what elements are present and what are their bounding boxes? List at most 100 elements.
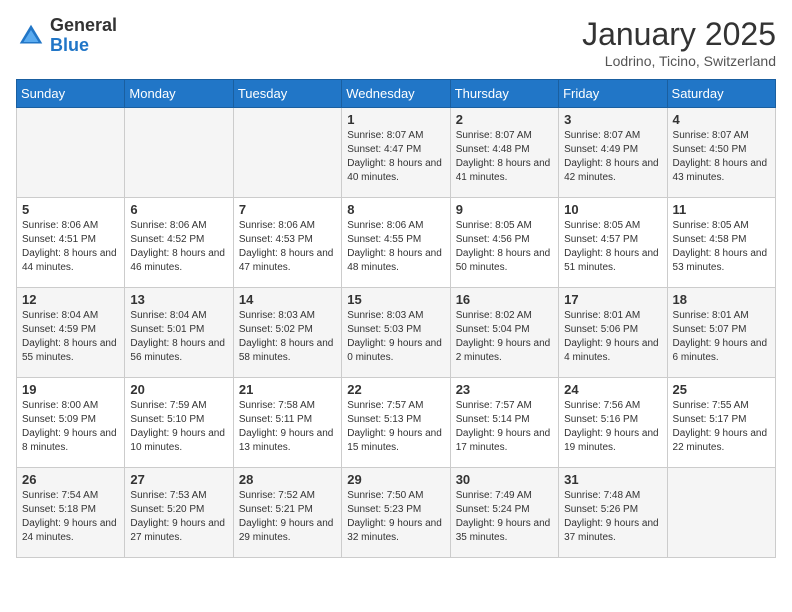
day-number: 14 bbox=[239, 292, 336, 307]
day-info: Sunrise: 8:07 AM Sunset: 4:47 PM Dayligh… bbox=[347, 129, 444, 185]
day-cell: 6Sunrise: 8:06 AM Sunset: 4:52 PM Daylig… bbox=[125, 198, 233, 288]
day-info: Sunrise: 8:07 AM Sunset: 4:48 PM Dayligh… bbox=[456, 129, 553, 185]
day-info: Sunrise: 7:59 AM Sunset: 5:10 PM Dayligh… bbox=[130, 399, 227, 455]
day-info: Sunrise: 7:50 AM Sunset: 5:23 PM Dayligh… bbox=[347, 489, 444, 545]
day-info: Sunrise: 8:04 AM Sunset: 4:59 PM Dayligh… bbox=[22, 309, 119, 365]
logo-icon bbox=[16, 21, 46, 51]
day-number: 25 bbox=[673, 382, 770, 397]
day-number: 19 bbox=[22, 382, 119, 397]
day-header-thursday: Thursday bbox=[450, 80, 558, 108]
day-info: Sunrise: 7:52 AM Sunset: 5:21 PM Dayligh… bbox=[239, 489, 336, 545]
day-number: 13 bbox=[130, 292, 227, 307]
calendar-title: January 2025 bbox=[582, 16, 776, 53]
day-cell: 14Sunrise: 8:03 AM Sunset: 5:02 PM Dayli… bbox=[233, 288, 341, 378]
page-header: General Blue January 2025 Lodrino, Ticin… bbox=[16, 16, 776, 69]
day-cell: 29 Sunrise: 7:50 AM Sunset: 5:23 PM Dayli… bbox=[342, 468, 450, 558]
day-number: 28 bbox=[239, 472, 336, 487]
day-cell bbox=[233, 108, 341, 198]
day-header-saturday: Saturday bbox=[667, 80, 775, 108]
day-cell bbox=[17, 108, 125, 198]
day-number: 4 bbox=[673, 112, 770, 127]
day-cell: 7 Sunrise: 8:06 AM Sunset: 4:53 PM Daylig… bbox=[233, 198, 341, 288]
day-number: 5 bbox=[22, 202, 119, 217]
day-cell: 31Sunrise: 7:48 AM Sunset: 5:26 PM Dayli… bbox=[559, 468, 667, 558]
day-cell: 1 Sunrise: 8:07 AM Sunset: 4:47 PM Daylig… bbox=[342, 108, 450, 198]
day-info: Sunrise: 8:02 AM Sunset: 5:04 PM Dayligh… bbox=[456, 309, 553, 365]
day-info: Sunrise: 7:58 AM Sunset: 5:11 PM Dayligh… bbox=[239, 399, 336, 455]
day-number: 9 bbox=[456, 202, 553, 217]
days-header-row: SundayMondayTuesdayWednesdayThursdayFrid… bbox=[17, 80, 776, 108]
day-cell: 3 Sunrise: 8:07 AM Sunset: 4:49 PM Daylig… bbox=[559, 108, 667, 198]
calendar-subtitle: Lodrino, Ticino, Switzerland bbox=[582, 53, 776, 69]
week-row-4: 19 Sunrise: 8:00 AM Sunset: 5:09 PM Dayli… bbox=[17, 378, 776, 468]
week-row-2: 5 Sunrise: 8:06 AM Sunset: 4:51 PM Daylig… bbox=[17, 198, 776, 288]
day-info: Sunrise: 8:05 AM Sunset: 4:56 PM Dayligh… bbox=[456, 219, 553, 275]
day-info: Sunrise: 8:00 AM Sunset: 5:09 PM Dayligh… bbox=[22, 399, 119, 455]
day-number: 1 bbox=[347, 112, 444, 127]
day-cell: 8Sunrise: 8:06 AM Sunset: 4:55 PM Daylig… bbox=[342, 198, 450, 288]
day-header-wednesday: Wednesday bbox=[342, 80, 450, 108]
logo-blue: Blue bbox=[50, 36, 117, 56]
day-cell: 16 Sunrise: 8:02 AM Sunset: 5:04 PM Dayli… bbox=[450, 288, 558, 378]
calendar-table: SundayMondayTuesdayWednesdayThursdayFrid… bbox=[16, 79, 776, 558]
day-cell bbox=[667, 468, 775, 558]
day-number: 16 bbox=[456, 292, 553, 307]
day-info: Sunrise: 8:06 AM Sunset: 4:51 PM Dayligh… bbox=[22, 219, 119, 275]
title-block: January 2025 Lodrino, Ticino, Switzerlan… bbox=[582, 16, 776, 69]
day-info: Sunrise: 8:06 AM Sunset: 4:53 PM Dayligh… bbox=[239, 219, 336, 275]
day-number: 3 bbox=[564, 112, 661, 127]
day-number: 18 bbox=[673, 292, 770, 307]
day-header-tuesday: Tuesday bbox=[233, 80, 341, 108]
day-number: 6 bbox=[130, 202, 227, 217]
day-number: 7 bbox=[239, 202, 336, 217]
day-cell: 28 Sunrise: 7:52 AM Sunset: 5:21 PM Dayli… bbox=[233, 468, 341, 558]
day-info: Sunrise: 7:53 AM Sunset: 5:20 PM Dayligh… bbox=[130, 489, 227, 545]
day-cell: 9 Sunrise: 8:05 AM Sunset: 4:56 PM Daylig… bbox=[450, 198, 558, 288]
day-number: 23 bbox=[456, 382, 553, 397]
day-info: Sunrise: 8:01 AM Sunset: 5:07 PM Dayligh… bbox=[673, 309, 770, 365]
day-info: Sunrise: 7:55 AM Sunset: 5:17 PM Dayligh… bbox=[673, 399, 770, 455]
day-header-friday: Friday bbox=[559, 80, 667, 108]
day-info: Sunrise: 8:07 AM Sunset: 4:49 PM Dayligh… bbox=[564, 129, 661, 185]
day-number: 29 bbox=[347, 472, 444, 487]
day-info: Sunrise: 8:03 AM Sunset: 5:03 PM Dayligh… bbox=[347, 309, 444, 365]
day-cell: 11Sunrise: 8:05 AM Sunset: 4:58 PM Dayli… bbox=[667, 198, 775, 288]
day-number: 11 bbox=[673, 202, 770, 217]
day-number: 2 bbox=[456, 112, 553, 127]
day-info: Sunrise: 7:49 AM Sunset: 5:24 PM Dayligh… bbox=[456, 489, 553, 545]
day-cell: 18 Sunrise: 8:01 AM Sunset: 5:07 PM Dayli… bbox=[667, 288, 775, 378]
day-number: 26 bbox=[22, 472, 119, 487]
day-cell: 22 Sunrise: 7:57 AM Sunset: 5:13 PM Dayli… bbox=[342, 378, 450, 468]
day-cell: 21Sunrise: 7:58 AM Sunset: 5:11 PM Dayli… bbox=[233, 378, 341, 468]
day-header-sunday: Sunday bbox=[17, 80, 125, 108]
day-cell: 20Sunrise: 7:59 AM Sunset: 5:10 PM Dayli… bbox=[125, 378, 233, 468]
day-number: 22 bbox=[347, 382, 444, 397]
day-number: 12 bbox=[22, 292, 119, 307]
day-number: 24 bbox=[564, 382, 661, 397]
day-info: Sunrise: 7:48 AM Sunset: 5:26 PM Dayligh… bbox=[564, 489, 661, 545]
day-number: 17 bbox=[564, 292, 661, 307]
day-cell: 19 Sunrise: 8:00 AM Sunset: 5:09 PM Dayli… bbox=[17, 378, 125, 468]
day-cell: 12 Sunrise: 8:04 AM Sunset: 4:59 PM Dayli… bbox=[17, 288, 125, 378]
day-cell: 25 Sunrise: 7:55 AM Sunset: 5:17 PM Dayli… bbox=[667, 378, 775, 468]
day-cell: 15 Sunrise: 8:03 AM Sunset: 5:03 PM Dayli… bbox=[342, 288, 450, 378]
day-cell: 5 Sunrise: 8:06 AM Sunset: 4:51 PM Daylig… bbox=[17, 198, 125, 288]
week-row-5: 26Sunrise: 7:54 AM Sunset: 5:18 PM Dayli… bbox=[17, 468, 776, 558]
day-number: 8 bbox=[347, 202, 444, 217]
day-header-monday: Monday bbox=[125, 80, 233, 108]
week-row-1: 1 Sunrise: 8:07 AM Sunset: 4:47 PM Daylig… bbox=[17, 108, 776, 198]
day-cell: 30 Sunrise: 7:49 AM Sunset: 5:24 PM Dayli… bbox=[450, 468, 558, 558]
day-number: 27 bbox=[130, 472, 227, 487]
day-number: 15 bbox=[347, 292, 444, 307]
day-info: Sunrise: 7:57 AM Sunset: 5:14 PM Dayligh… bbox=[456, 399, 553, 455]
day-number: 10 bbox=[564, 202, 661, 217]
day-cell: 26Sunrise: 7:54 AM Sunset: 5:18 PM Dayli… bbox=[17, 468, 125, 558]
day-cell: 4 Sunrise: 8:07 AM Sunset: 4:50 PM Daylig… bbox=[667, 108, 775, 198]
day-info: Sunrise: 8:07 AM Sunset: 4:50 PM Dayligh… bbox=[673, 129, 770, 185]
day-info: Sunrise: 7:56 AM Sunset: 5:16 PM Dayligh… bbox=[564, 399, 661, 455]
day-cell: 27 Sunrise: 7:53 AM Sunset: 5:20 PM Dayli… bbox=[125, 468, 233, 558]
day-info: Sunrise: 7:57 AM Sunset: 5:13 PM Dayligh… bbox=[347, 399, 444, 455]
day-cell: 23 Sunrise: 7:57 AM Sunset: 5:14 PM Dayli… bbox=[450, 378, 558, 468]
day-number: 30 bbox=[456, 472, 553, 487]
day-cell: 24 Sunrise: 7:56 AM Sunset: 5:16 PM Dayli… bbox=[559, 378, 667, 468]
